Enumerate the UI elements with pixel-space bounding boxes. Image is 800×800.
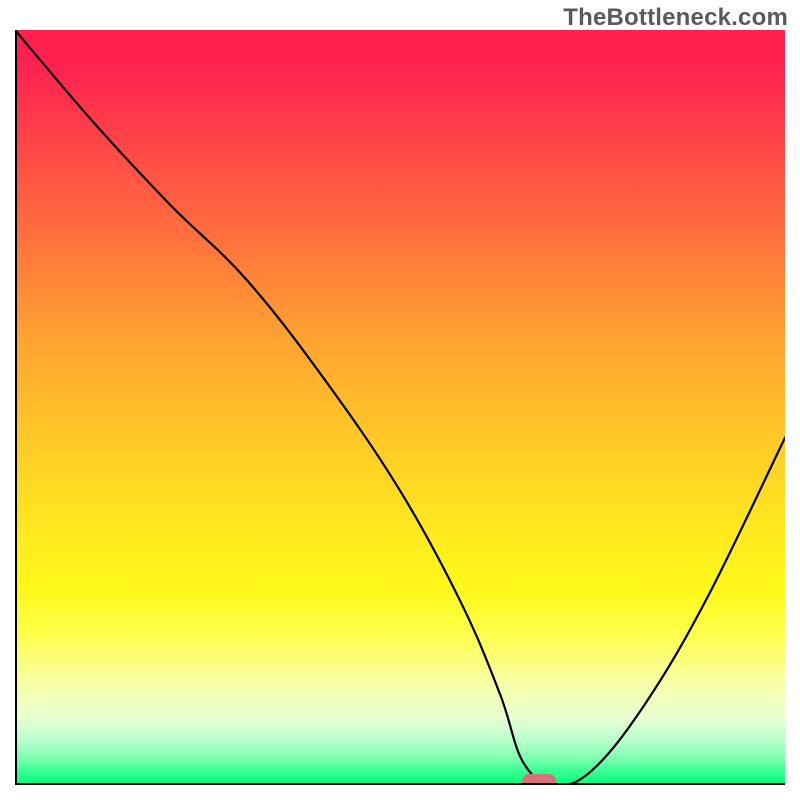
x-axis-line <box>15 783 785 785</box>
chart-container: TheBottleneck.com <box>0 0 800 800</box>
watermark-text: TheBottleneck.com <box>563 4 788 32</box>
curve-svg <box>15 30 785 785</box>
plot-area <box>15 30 785 785</box>
y-axis-line <box>15 30 17 785</box>
bottleneck-curve-path <box>15 30 785 785</box>
